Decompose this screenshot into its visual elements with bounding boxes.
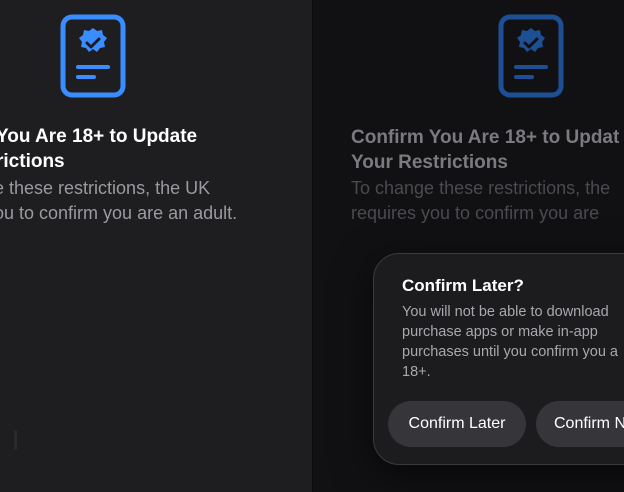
scroll-indicator	[14, 430, 17, 450]
description-text: e these restrictions, the UK	[0, 178, 211, 198]
verified-document-icon	[60, 14, 126, 98]
dialog-message-line4: 18+.	[402, 364, 431, 380]
description-text-line2: ou to confirm you are an adult.	[0, 203, 238, 223]
page-title-line2: Your Restrictions	[351, 152, 508, 173]
confirm-now-button[interactable]: Confirm N	[536, 401, 624, 447]
page-title: You Are 18+ to Update	[0, 126, 198, 147]
dialog-title: Confirm Later?	[402, 276, 524, 295]
dialog-message-line2: purchase apps or make in-app	[402, 324, 598, 340]
dialog-message: You will not be able to download	[402, 304, 609, 320]
description-text: To change these restrictions, the	[351, 178, 611, 198]
page-title: Confirm You Are 18+ to Updat	[351, 127, 620, 148]
confirm-later-button[interactable]: Confirm Later	[388, 401, 526, 447]
verified-document-icon	[498, 14, 564, 98]
dialog-message-line3: purchases until you confirm you a	[402, 344, 618, 360]
right-screen: Confirm You Are 18+ to Updat Your Restri…	[313, 0, 624, 492]
left-screen: You Are 18+ to Update rictions e these r…	[0, 0, 312, 492]
page-title-line2: rictions	[0, 151, 65, 172]
description-text-line2: requires you to confirm you are	[351, 203, 600, 223]
confirm-later-dialog: Confirm Later? You will not be able to d…	[373, 253, 624, 465]
